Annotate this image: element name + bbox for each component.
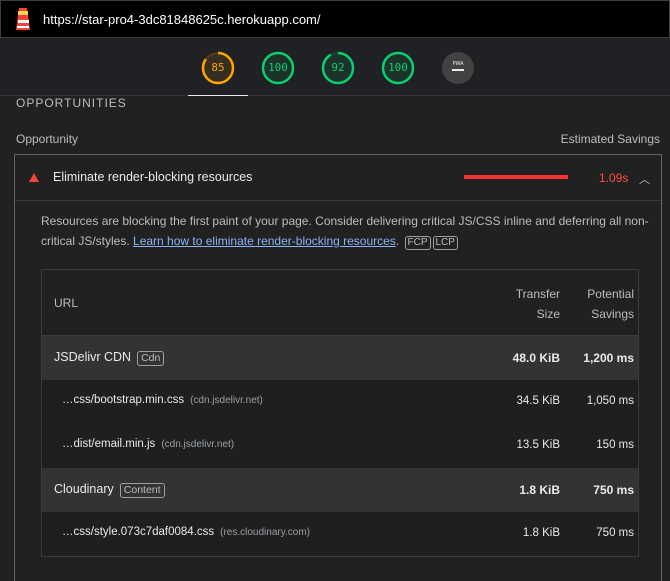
transfer-size-column-header: Transfer Size [515,287,560,321]
fail-triangle-icon [29,173,39,182]
url-text[interactable]: https://star-pro4-3dc81848625c.herokuapp… [43,12,321,27]
gauge-score: 100 [268,61,288,74]
entity-tag: Content [119,483,165,498]
seo-gauge[interactable]: 100 [381,51,415,85]
url-column-header: URL [54,296,79,310]
audit-panel: Eliminate render-blocking resources 1.09… [14,154,662,581]
metric-tag-fcp: FCP [404,236,431,250]
lighthouse-icon [13,7,33,31]
audit-header[interactable]: Eliminate render-blocking resources 1.09… [15,155,661,201]
table-row: …css/style.073c7daf0084.css (res.cloudina… [62,526,634,539]
audit-description: Resources are blocking the first paint o… [41,214,649,250]
pwa-gauge[interactable]: PWA [441,51,475,85]
metric-tag-lcp: LCP [432,236,458,250]
active-gauge-indicator [188,95,248,96]
pwa-label: PWA [452,61,464,67]
browser-address-bar: https://star-pro4-3dc81848625c.herokuapp… [0,0,670,38]
section-title: OPPORTUNITIES [16,96,127,110]
audit-savings: 1.09s [599,171,629,185]
table-row: …dist/email.min.js (cdn.jsdelivr.net) 13.… [62,438,634,451]
table-row: …css/bootstrap.min.css (cdn.jsdelivr.net)… [62,394,634,407]
entity-tag: Cdn [137,351,165,366]
table-row: JSDelivr CDN Cdn 48.0 KiB 1,200 ms [42,336,638,380]
audit-title: Eliminate render-blocking resources [53,170,253,184]
opportunity-column-header: Opportunity [16,132,79,146]
savings-bar [464,175,568,179]
estimated-savings-column-header: Estimated Savings [560,132,660,146]
learn-more-link[interactable]: Learn how to eliminate render-blocking r… [133,234,396,248]
accessibility-gauge[interactable]: 100 [261,51,295,85]
score-gauges: 85 100 92 100 PWA [0,38,670,96]
chevron-up-icon[interactable]: ︿ [639,171,650,187]
gauge-score: 92 [331,61,345,74]
table-row: Cloudinary Content 1.8 KiB 750 ms [42,468,638,512]
gauge-score: 100 [388,61,408,74]
performance-gauge[interactable]: 85 [201,51,235,85]
potential-savings-column-header: Potential Savings [587,287,634,321]
resources-table: URL Transfer Size Potential Savings JSDeli… [41,269,639,557]
table-header: URL Transfer Size Potential Savings [42,270,638,336]
best-practices-gauge[interactable]: 92 [321,51,355,85]
gauge-score: 85 [211,61,225,74]
